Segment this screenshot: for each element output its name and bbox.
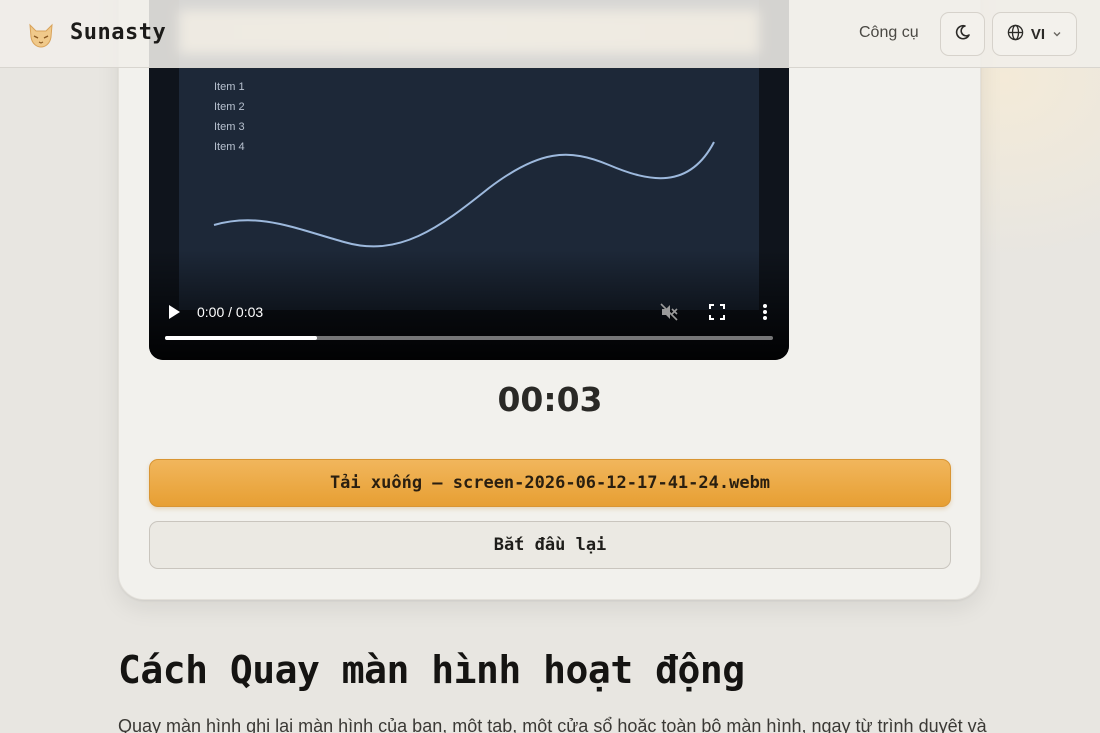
moon-icon: [955, 24, 971, 45]
recording-timer: 00:03: [497, 380, 603, 419]
play-icon[interactable]: [167, 304, 181, 325]
fox-logo-icon[interactable]: [26, 19, 56, 49]
language-selector[interactable]: VI: [992, 12, 1077, 56]
site-header: Sunasty Công cụ VI: [0, 0, 1100, 68]
nav-tools-link[interactable]: Công cụ: [859, 24, 919, 42]
theme-toggle-button[interactable]: [940, 12, 985, 56]
more-vertical-icon[interactable]: [761, 303, 769, 326]
fullscreen-icon[interactable]: [709, 304, 725, 325]
muted-speaker-icon[interactable]: [659, 302, 679, 327]
language-code: VI: [1030, 25, 1046, 43]
video-progress-fill: [165, 336, 317, 340]
download-button[interactable]: Tải xuống — screen-2026-06-12-17-41-24.w…: [149, 459, 951, 507]
brand-name[interactable]: Sunasty: [70, 20, 166, 45]
section-paragraph: Quay màn hình ghi lại màn hình của bạn, …: [118, 716, 987, 733]
restart-button[interactable]: Bắt đầu lại: [149, 521, 951, 569]
section-title: Cách Quay màn hình hoạt động: [118, 648, 745, 692]
time-display: 0:00 / 0:03: [197, 304, 264, 320]
video-progress-bar[interactable]: [165, 336, 773, 340]
chevron-down-icon: [1052, 26, 1062, 43]
globe-icon: [1007, 24, 1024, 45]
